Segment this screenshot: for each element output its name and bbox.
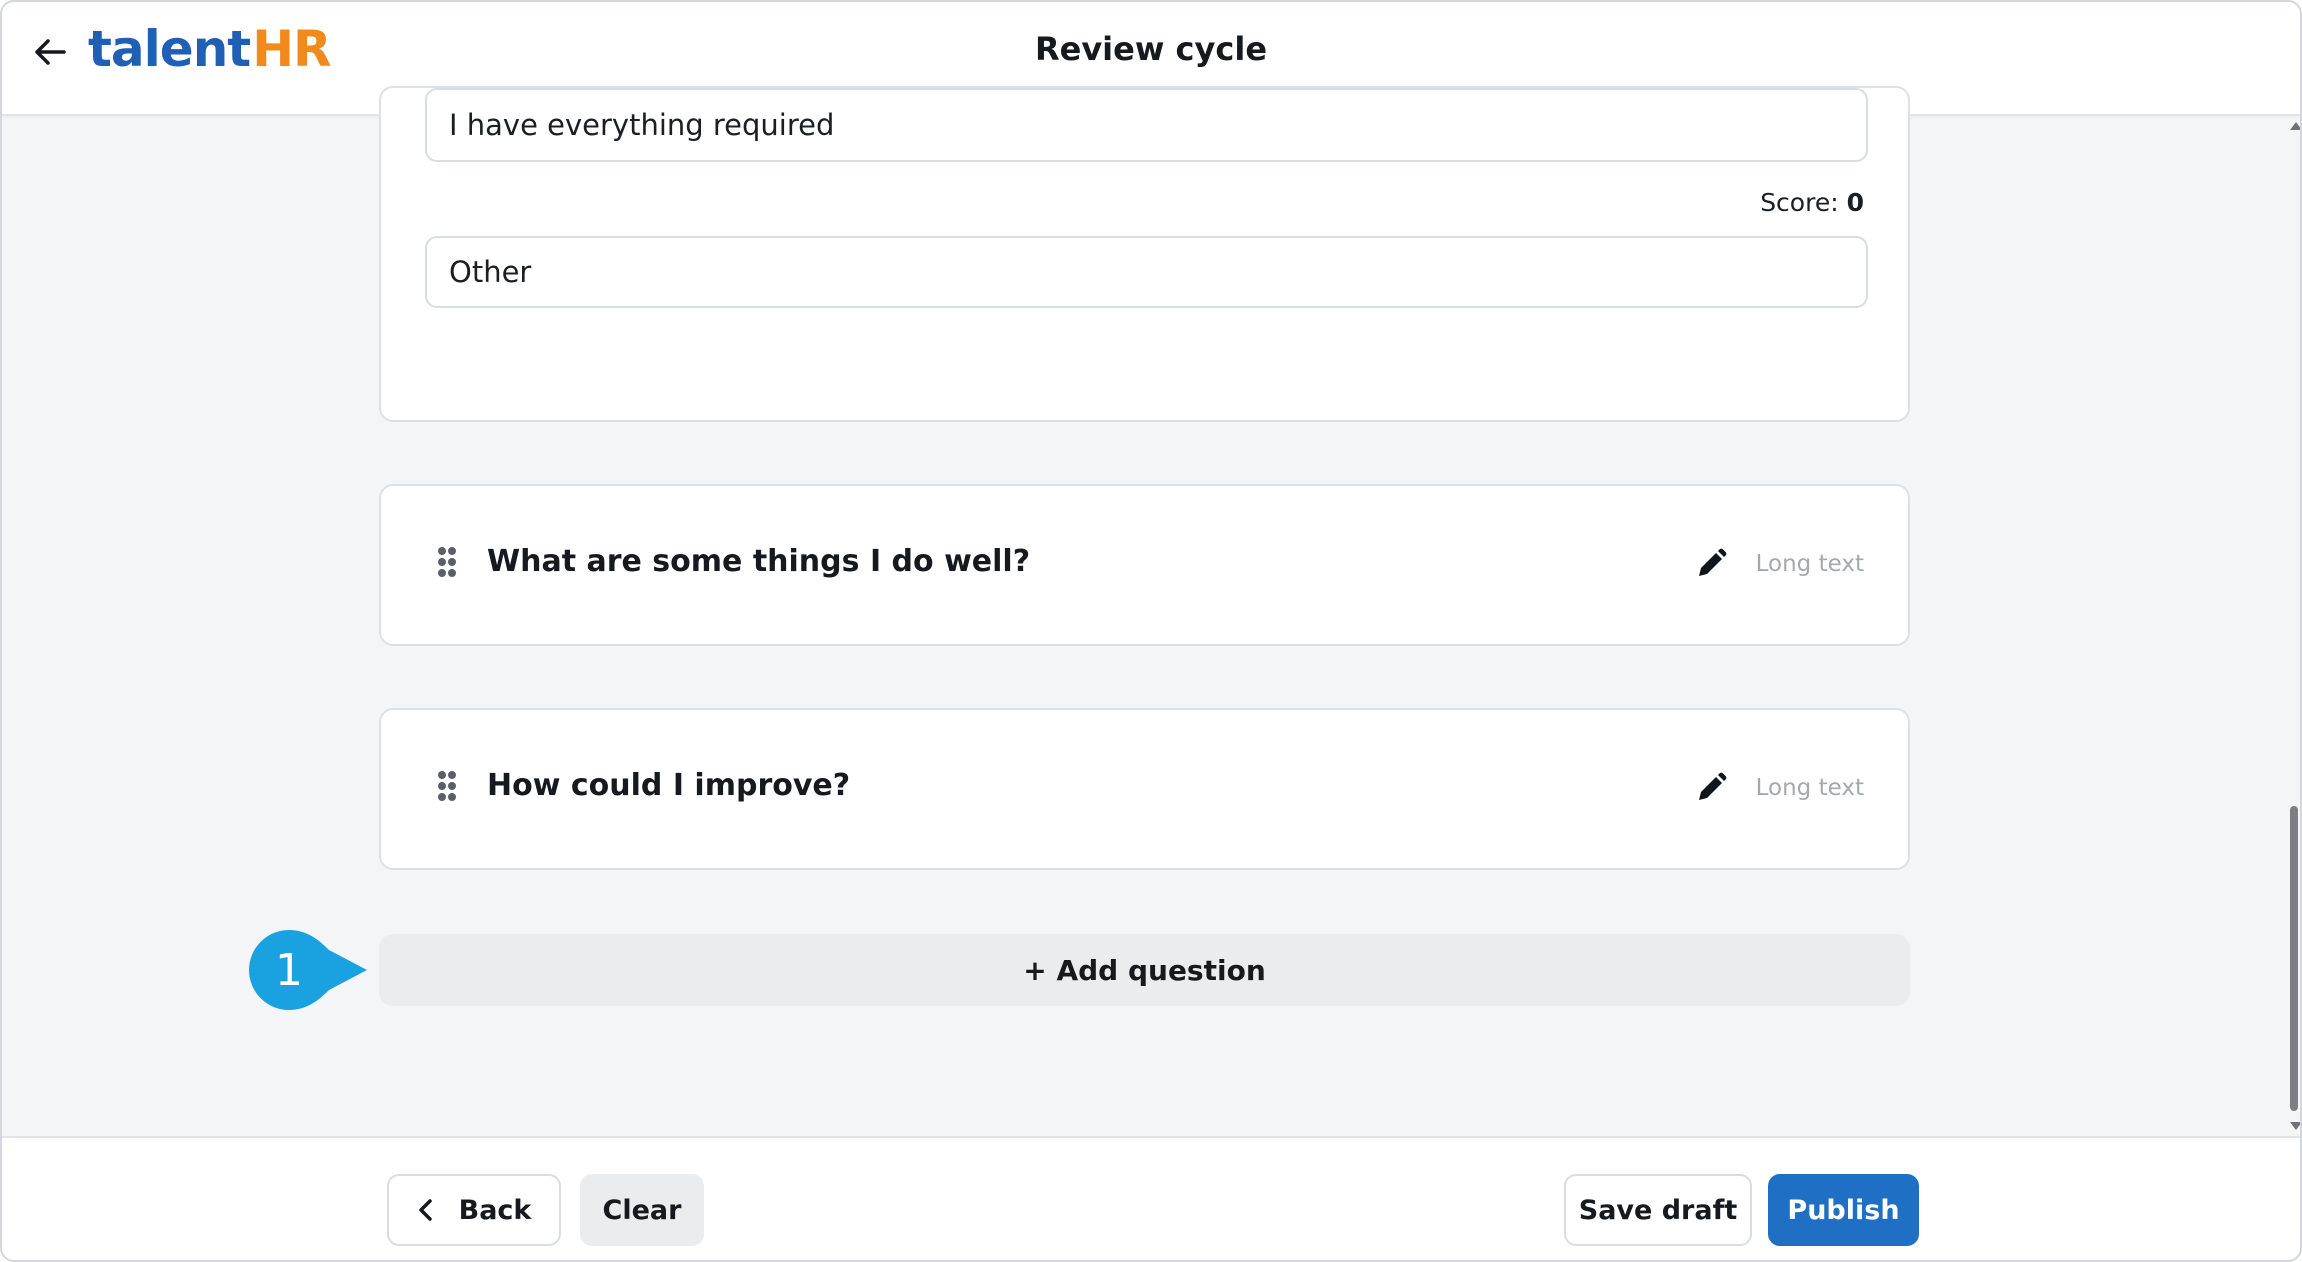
publish-button[interactable]: Publish [1768,1174,1919,1246]
app-window: talent HR Review cycle I have everything… [0,0,2302,1262]
page-title: Review cycle [1034,30,1268,68]
drag-handle-icon[interactable] [438,771,458,805]
drag-handle-icon[interactable] [438,547,458,581]
option-field-1[interactable]: I have everything required [425,88,1868,162]
score-label: Score: 0 [1760,188,1864,217]
back-button-label: Back [458,1194,532,1226]
scroll-down-arrow-icon[interactable] [2290,1122,2300,1130]
question-type-label: Long text [1755,775,1864,801]
question-text: What are some things I do well? [487,544,1031,579]
clear-button[interactable]: Clear [580,1174,704,1246]
score-label-text: Score: [1760,188,1839,217]
options-card: I have everything required Score: 0 Othe… [379,86,1910,422]
question-card[interactable]: What are some things I do well? Long tex… [379,484,1910,646]
pencil-icon[interactable] [1693,770,1729,806]
score-value: 0 [1846,188,1864,217]
question-text: How could I improve? [487,768,851,803]
scroll-up-arrow-icon[interactable] [2290,122,2300,130]
save-draft-button[interactable]: Save draft [1564,1174,1752,1246]
pencil-icon[interactable] [1693,546,1729,582]
chevron-left-icon [417,1198,433,1222]
option-text: Other [449,255,532,289]
option-field-2[interactable]: Other [425,236,1868,308]
scroll-thumb[interactable] [2290,806,2298,1111]
add-question-button[interactable]: + Add question [379,934,1910,1006]
step-callout-marker: 1 [247,928,367,1012]
footer-bar: Back Clear Save draft Publish [2,1136,2300,1260]
form-content: I have everything required Score: 0 Othe… [2,86,2300,1136]
back-button[interactable]: Back [387,1174,561,1246]
option-text: I have everything required [449,108,835,142]
question-card[interactable]: How could I improve? Long text [379,708,1910,870]
callout-number: 1 [275,944,303,996]
vertical-scrollbar[interactable] [2286,116,2300,1136]
question-type-label: Long text [1755,551,1864,577]
